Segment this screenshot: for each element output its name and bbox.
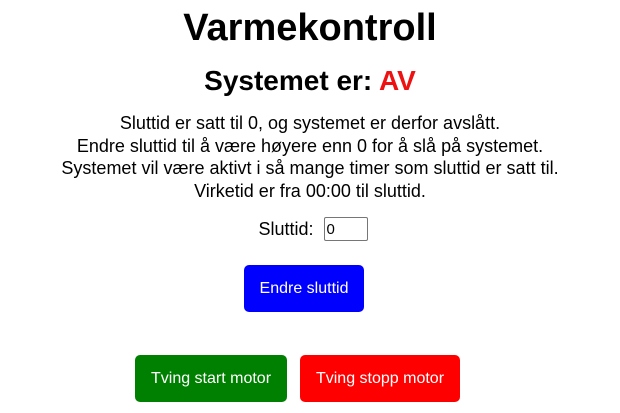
system-status: Systemet er: AV [0,64,620,98]
page-title: Varmekontroll [183,7,437,49]
sluttid-label: Sluttid: [258,219,314,239]
sluttid-input[interactable] [323,217,368,241]
change-sluttid-button[interactable]: Endre sluttid [244,265,364,312]
heat-control-page: Varmekontroll Systemet er: AV Sluttid er… [0,0,620,413]
force-start-motor-button[interactable]: Tving start motor [135,355,287,402]
info-line: Endre sluttid til å være høyere enn 0 fo… [76,135,544,156]
sluttid-row: Sluttid: [0,216,620,242]
status-label: Systemet er: [204,65,373,96]
force-stop-motor-button[interactable]: Tving stopp motor [300,355,460,402]
status-value: AV [379,65,416,96]
info-line: Systemet vil være aktivt i så mange time… [61,158,559,178]
info-text: Sluttid er satt til 0, og systemet er de… [0,112,620,202]
info-line: Sluttid er satt til 0, og systemet er de… [119,113,501,133]
info-line: Virketid er fra 00:00 til sluttid. [194,180,426,201]
